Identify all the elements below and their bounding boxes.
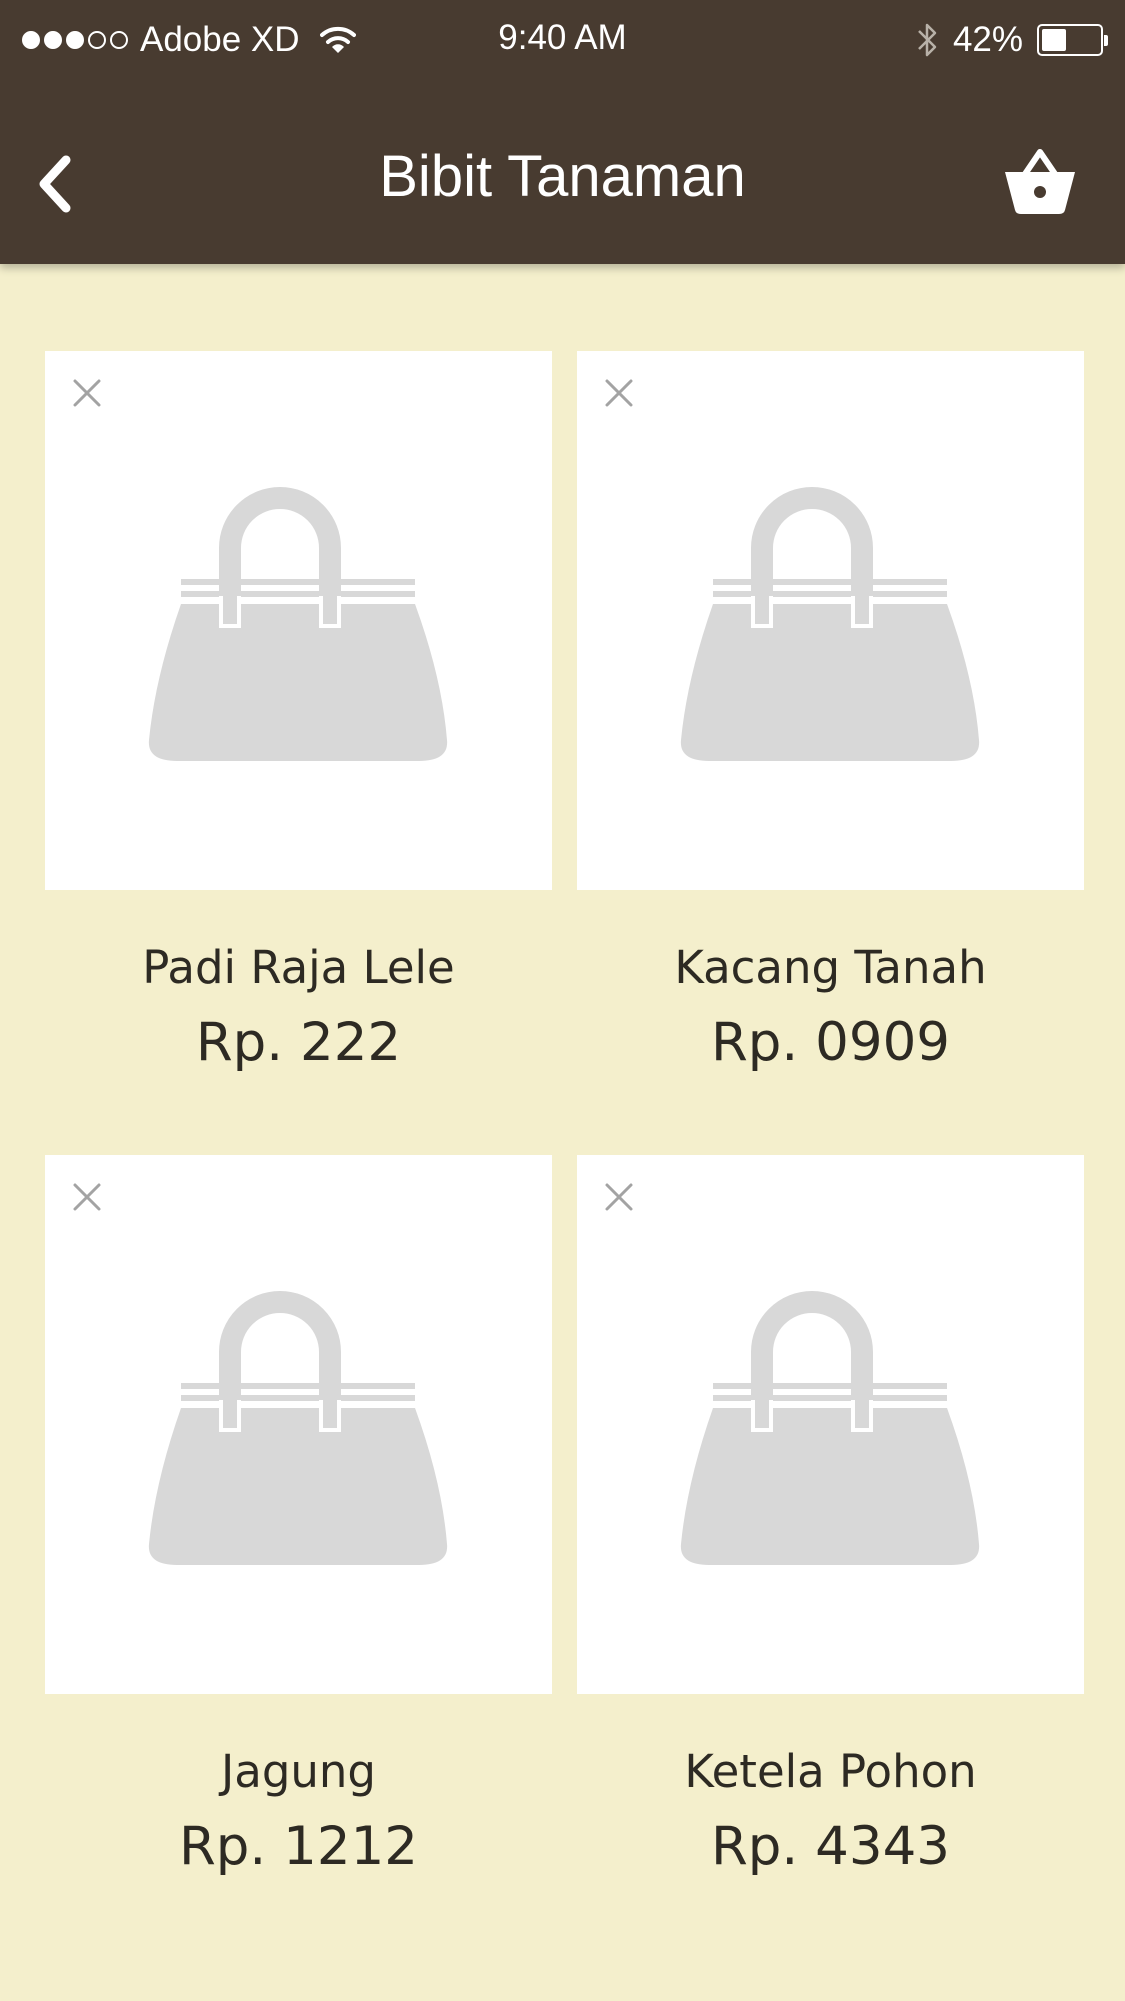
product-card[interactable]: Kacang Tanah Rp. 0909 (577, 351, 1084, 1074)
close-icon[interactable] (603, 377, 635, 409)
chevron-left-icon (39, 155, 71, 213)
handbag-icon (680, 487, 980, 761)
handbag-icon (148, 1291, 448, 1565)
close-icon[interactable] (71, 1181, 103, 1213)
product-price: Rp. 4343 (710, 1816, 951, 1877)
back-button[interactable] (28, 148, 80, 220)
product-price: Rp. 222 (195, 1012, 402, 1073)
handbag-icon (680, 1291, 980, 1565)
product-price: Rp. 1212 (178, 1816, 419, 1877)
close-icon[interactable] (603, 1181, 635, 1213)
battery-icon (1037, 24, 1108, 56)
status-right: 42% (915, 18, 1108, 62)
page-title: Bibit Tanaman (379, 144, 746, 209)
battery-level (1042, 29, 1066, 51)
product-image[interactable] (577, 351, 1084, 890)
product-name: Padi Raja Lele (142, 941, 455, 994)
product-card[interactable]: Padi Raja Lele Rp. 222 (45, 351, 552, 1074)
product-name: Jagung (220, 1745, 377, 1798)
product-image[interactable] (577, 1155, 1084, 1694)
product-name: Kacang Tanah (674, 941, 987, 994)
product-price: Rp. 0909 (710, 1012, 951, 1073)
product-image[interactable] (45, 351, 552, 890)
app-header: Adobe XD 9:40 AM 42% Bibit Tanaman (0, 0, 1125, 264)
battery-percent: 42% (952, 20, 1023, 59)
product-image[interactable] (45, 1155, 552, 1694)
product-card[interactable]: Jagung Rp. 1212 (45, 1155, 552, 1878)
basket-icon[interactable] (1003, 148, 1077, 214)
close-icon[interactable] (71, 377, 103, 409)
status-bar: Adobe XD 9:40 AM 42% (0, 0, 1125, 80)
product-card[interactable]: Ketela Pohon Rp. 4343 (577, 1155, 1084, 1878)
handbag-icon (148, 487, 448, 761)
product-name: Ketela Pohon (684, 1745, 977, 1798)
bluetooth-icon (918, 23, 937, 57)
